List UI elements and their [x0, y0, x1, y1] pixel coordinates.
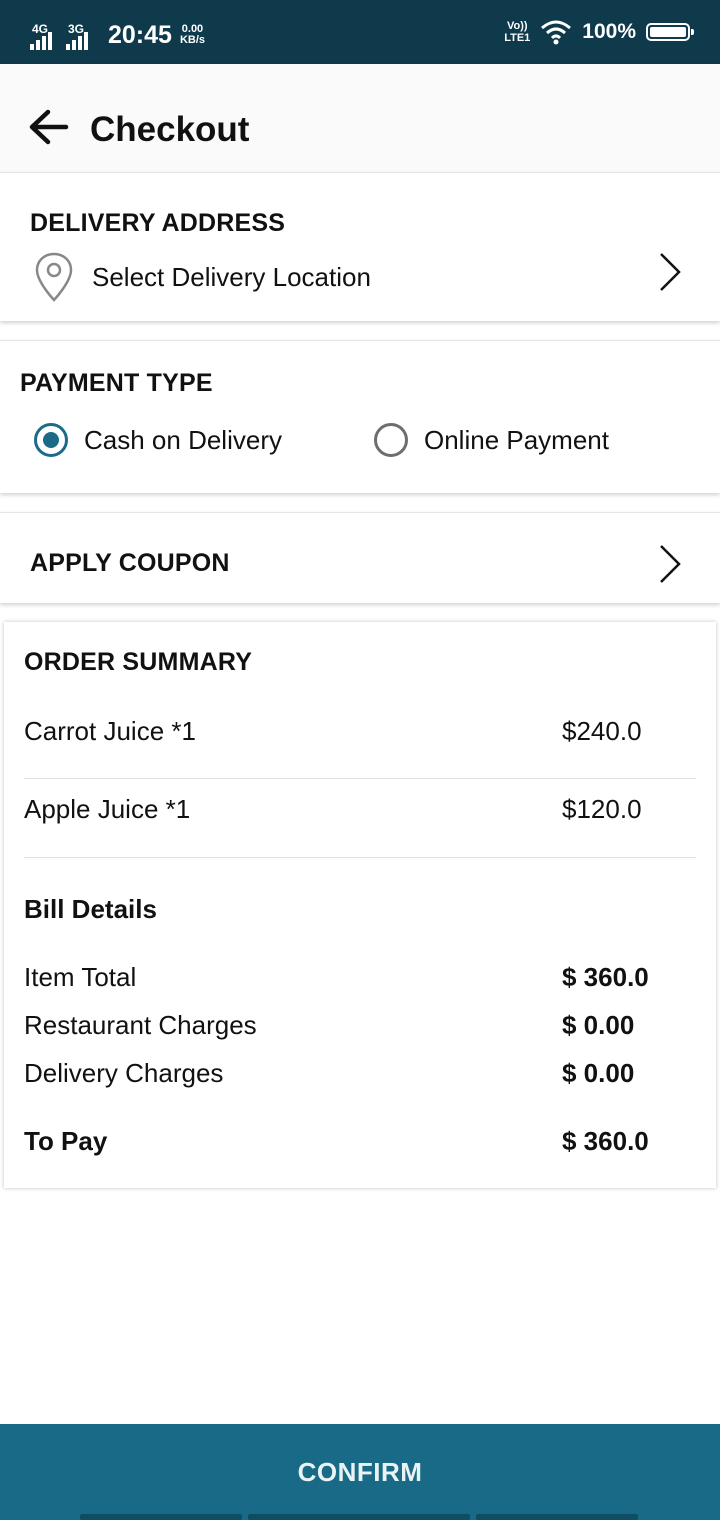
app-bar: Checkout	[0, 64, 720, 172]
item-total-label: Item Total	[24, 962, 137, 992]
delivery-charges-value: $ 0.00	[562, 1058, 635, 1088]
order-summary-title: ORDER SUMMARY	[24, 648, 253, 676]
delivery-address-title: DELIVERY ADDRESS	[30, 209, 286, 237]
signal-4g-icon: 4G	[30, 20, 60, 50]
apply-coupon-card[interactable]: APPLY COUPON	[0, 512, 720, 603]
nav-hint	[80, 1514, 242, 1520]
divider	[24, 857, 696, 858]
nav-hint	[476, 1514, 638, 1520]
radio-unselected-icon	[374, 423, 408, 457]
bill-row-restaurant-charges: Restaurant Charges $ 0.00	[24, 1010, 696, 1050]
payment-type-title: PAYMENT TYPE	[20, 369, 213, 397]
delivery-address-card: DELIVERY ADDRESS Select Delivery Locatio…	[0, 172, 720, 321]
network-speed: 0.00 KB/s	[179, 23, 206, 46]
confirm-label: CONFIRM	[297, 1456, 423, 1487]
confirm-button[interactable]: CONFIRM	[0, 1424, 720, 1520]
select-location-row[interactable]: Select Delivery Location	[34, 251, 371, 303]
divider	[24, 778, 696, 779]
page-title: Checkout	[90, 110, 250, 149]
payment-type-card: PAYMENT TYPE Cash on Delivery Online Pay…	[0, 340, 720, 493]
radio-online-payment[interactable]: Online Payment	[374, 423, 609, 457]
item-total-value: $ 360.0	[562, 962, 649, 992]
item-price: $240.0	[562, 716, 642, 746]
order-item: Carrot Juice *1 $240.0	[24, 716, 696, 756]
bill-details-heading: Bill Details	[24, 894, 696, 934]
back-arrow-icon[interactable]	[26, 104, 72, 150]
location-pin-icon	[35, 252, 73, 302]
radio-cash-on-delivery[interactable]: Cash on Delivery	[34, 423, 282, 457]
to-pay-value: $ 360.0	[562, 1126, 649, 1156]
to-pay-label: To Pay	[24, 1126, 108, 1156]
select-location-label: Select Delivery Location	[92, 261, 371, 292]
online-payment-label: Online Payment	[424, 424, 609, 455]
order-item: Apple Juice *1 $120.0	[24, 794, 696, 834]
bill-row-delivery-charges: Delivery Charges $ 0.00	[24, 1058, 696, 1098]
restaurant-charges-value: $ 0.00	[562, 1010, 635, 1040]
order-summary-card: ORDER SUMMARY Carrot Juice *1 $240.0 App…	[4, 622, 716, 1188]
item-price: $120.0	[562, 794, 642, 824]
bill-row-to-pay: To Pay $ 360.0	[24, 1126, 696, 1166]
nav-hint	[248, 1514, 470, 1520]
status-bar: 4G 3G 20:45 0.00 KB/s Vo)) LTE1 100%	[0, 0, 720, 64]
battery-percent: 100%	[582, 20, 636, 43]
delivery-charges-label: Delivery Charges	[24, 1058, 224, 1088]
cash-on-delivery-label: Cash on Delivery	[84, 424, 282, 455]
bill-row-item-total: Item Total $ 360.0	[24, 962, 696, 1002]
signal-3g-icon: 3G	[66, 20, 96, 50]
chevron-right-icon[interactable]	[658, 251, 682, 293]
battery-icon	[646, 23, 694, 41]
chevron-right-icon[interactable]	[658, 543, 682, 585]
radio-selected-icon	[34, 423, 68, 457]
clock: 20:45	[108, 21, 172, 49]
item-name: Apple Juice *1	[24, 794, 191, 824]
wifi-icon	[541, 20, 572, 45]
restaurant-charges-label: Restaurant Charges	[24, 1010, 257, 1040]
bill-details-title: Bill Details	[24, 894, 157, 924]
volte-indicator: Vo)) LTE1	[504, 20, 531, 44]
item-name: Carrot Juice *1	[24, 716, 196, 746]
apply-coupon-label: APPLY COUPON	[30, 549, 230, 577]
